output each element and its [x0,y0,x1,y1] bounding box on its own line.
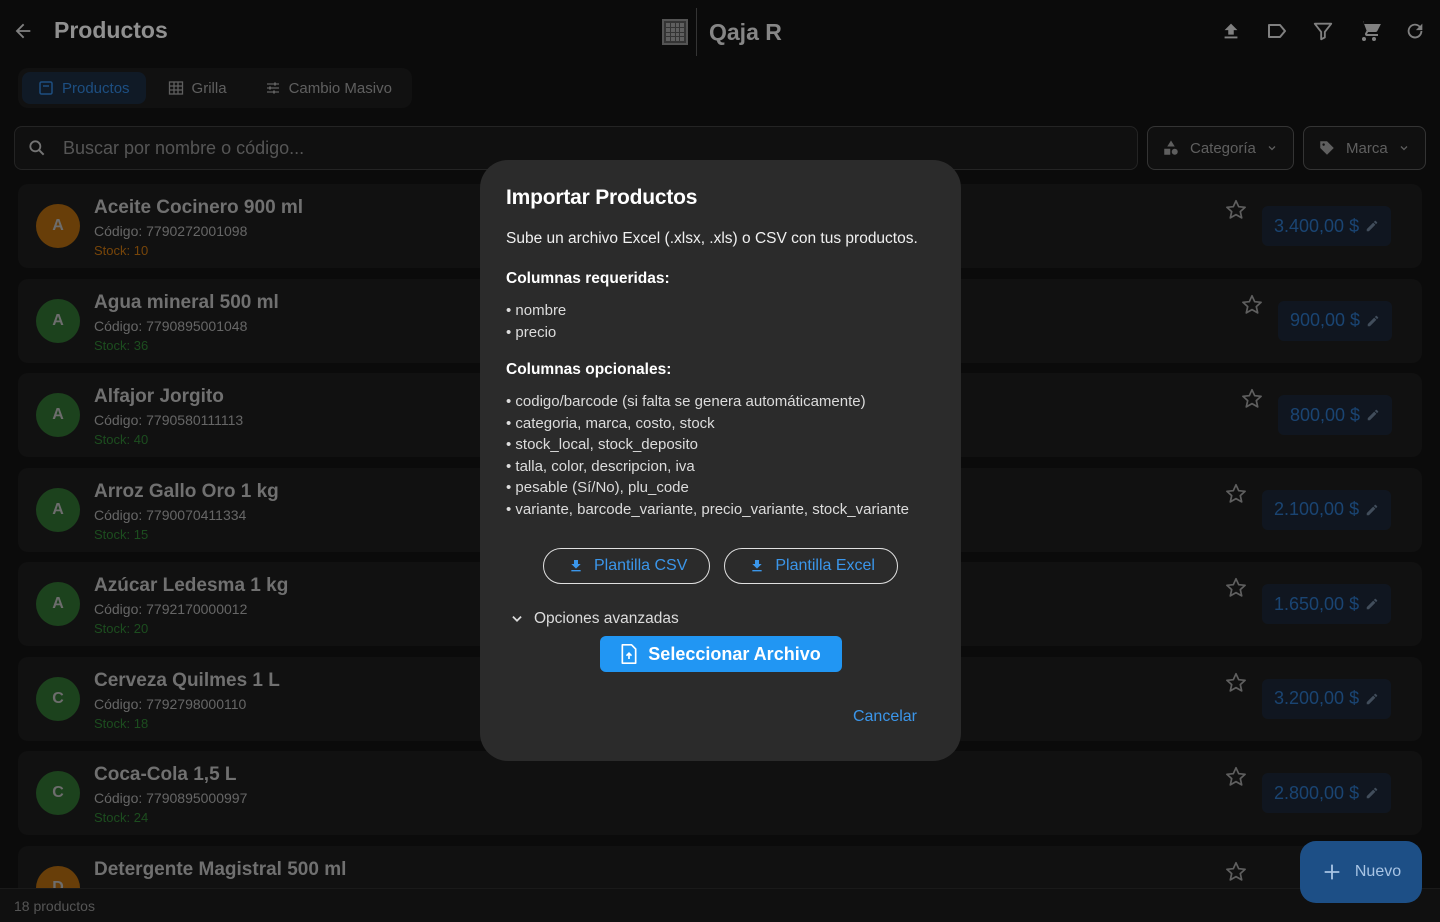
optional-columns: Columnas opcionales: • codigo/barcode (s… [506,361,935,520]
list-item: • talla, color, descripcion, iva [506,457,695,475]
required-columns-title: Columnas requeridas: [506,270,670,287]
new-product-fab[interactable]: Nuevo [1300,841,1422,903]
download-icon [752,560,763,572]
select-file-label: Seleccionar Archivo [648,643,821,664]
list-item: • variante, barcode_variante, precio_var… [506,500,909,518]
list-item: • pesable (Sí/No), plu_code [506,479,689,496]
dialog-title: Importar Productos [506,186,698,209]
list-item: • stock_local, stock_deposito [506,436,699,453]
csv-template-label: Plantilla CSV [594,557,688,574]
select-file-button[interactable]: Seleccionar Archivo [599,636,842,672]
download-icon [571,560,581,572]
template-buttons: Plantilla CSV Plantilla Excel [506,548,935,584]
cancel-button[interactable]: Cancelar [853,708,917,726]
advanced-options-label: Opciones avanzadas [534,610,679,627]
list-item: • precio [506,323,557,341]
file-upload-icon [621,644,637,664]
csv-template-button[interactable]: Plantilla CSV [543,548,711,584]
dialog-intro: Sube un archivo Excel (.xlsx, .xls) o CS… [506,230,918,247]
fab-label: Nuevo [1354,863,1402,880]
import-dialog: Importar Productos Sube un archivo Excel… [480,160,961,761]
required-columns: Columnas requeridas: • nombre • precio [506,270,935,343]
excel-template-button[interactable]: Plantilla Excel [724,548,898,584]
list-item: • categoria, marca, costo, stock [506,414,715,432]
list-item: • codigo/barcode (si falta se genera aut… [506,393,866,410]
chevron-down-icon [512,616,522,622]
list-item: • nombre [506,302,567,319]
excel-template-label: Plantilla Excel [775,557,875,574]
advanced-options-toggle[interactable]: Opciones avanzadas [506,610,935,628]
optional-columns-title: Columnas opcionales: [506,361,672,378]
plus-icon [1324,864,1340,880]
